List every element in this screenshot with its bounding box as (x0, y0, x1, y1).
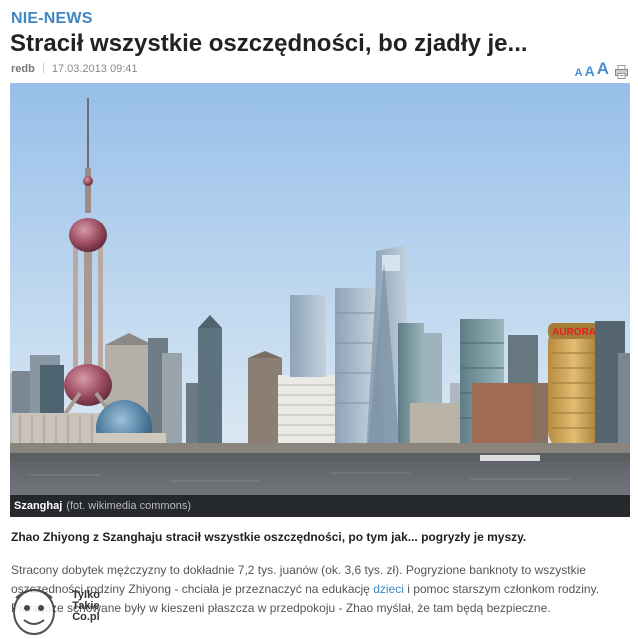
watermark-line-3: Co.pl (72, 611, 100, 623)
meta-divider (42, 63, 44, 73)
article-tools: A A A (575, 59, 628, 79)
cartoon-face-logo (13, 589, 55, 635)
font-size-medium-button[interactable]: A (585, 63, 595, 79)
site-watermark: Tylko Takie Co.pl (2, 580, 132, 639)
article-meta: redb 17.03.2013 09:41 (11, 63, 137, 75)
article-lead: Zhao Zhiyong z Szanghaju stracił wszystk… (11, 530, 527, 544)
shanghai-skyline-image: AURORA (10, 83, 630, 517)
article-photo: AURORA Szanghaj (fot. wikimedia commons) (10, 83, 630, 517)
section-label[interactable]: NIE-NEWS (11, 10, 93, 28)
publish-date: 17.03.2013 09:41 (51, 63, 138, 75)
photo-place: Szanghaj (14, 500, 63, 512)
font-size-small-button[interactable]: A (575, 67, 583, 79)
printer-icon[interactable] (615, 65, 628, 79)
dzieci-link[interactable]: dzieci (373, 582, 404, 596)
font-size-large-button[interactable]: A (597, 59, 609, 79)
author-name[interactable]: redb (11, 63, 35, 75)
photo-credit: (fot. wikimedia commons) (66, 500, 191, 512)
watermark-text: Tylko Takie Co.pl (72, 590, 100, 623)
article-title: Stracił wszystkie oszczędności, bo zjadł… (10, 30, 528, 57)
photo-caption: Szanghaj (fot. wikimedia commons) (10, 495, 630, 517)
aurora-sign: AURORA (552, 327, 596, 338)
